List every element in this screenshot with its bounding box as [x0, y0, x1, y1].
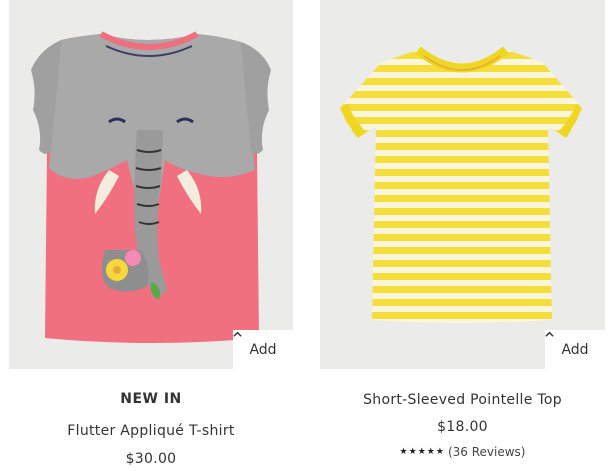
product-card-pointelle-top[interactable]: Add Short-Sleeved Pointelle Top $18.00 ★…: [320, 0, 605, 459]
product-price: $18.00: [437, 419, 488, 435]
add-label: Add: [249, 341, 277, 358]
star-icon: ★: [435, 447, 444, 457]
striped-top-image: [340, 46, 582, 323]
product-image[interactable]: Add: [9, 0, 293, 369]
chevron-up-icon: [545, 331, 554, 337]
rating-summary[interactable]: ★ ★ ★ ★ ★ (36 Reviews): [320, 445, 605, 459]
star-icon: ★: [426, 447, 435, 457]
product-card-flutter-applique[interactable]: Add NEW IN Flutter Appliqué T-shirt $30.…: [9, 0, 293, 467]
star-icon: ★: [417, 447, 426, 457]
star-icon: ★: [408, 447, 417, 457]
new-in-badge: NEW IN: [120, 391, 182, 407]
elephant-tshirt-image: [31, 31, 271, 343]
review-count[interactable]: (36 Reviews): [448, 445, 526, 459]
star-rating: ★ ★ ★ ★ ★: [400, 447, 444, 457]
star-icon: ★: [399, 447, 408, 457]
add-label: Add: [561, 341, 589, 358]
product-image[interactable]: Add: [320, 0, 605, 369]
product-name[interactable]: Flutter Appliqué T-shirt: [9, 423, 293, 439]
product-name[interactable]: Short-Sleeved Pointelle Top: [320, 392, 605, 408]
add-to-bag-button[interactable]: Add: [545, 330, 605, 369]
add-to-bag-button[interactable]: Add: [233, 330, 293, 369]
product-price: $30.00: [125, 451, 177, 467]
chevron-up-icon: [233, 331, 242, 337]
